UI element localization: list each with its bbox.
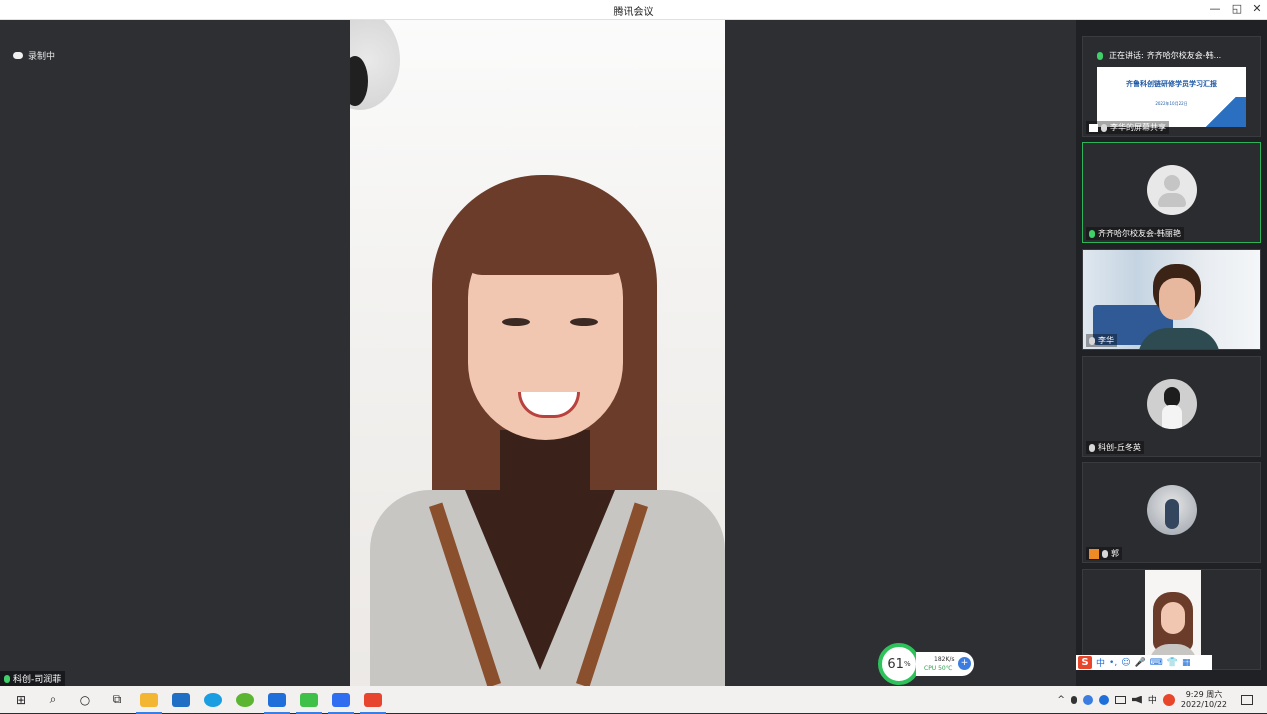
tile-label: 李华: [1086, 334, 1117, 347]
file-explorer-icon[interactable]: [136, 691, 162, 714]
tray-chevron-icon[interactable]: ^: [1057, 695, 1065, 705]
mic-icon: [1097, 51, 1103, 60]
mic-icon: [1101, 123, 1107, 132]
user-badge-icon: [1089, 548, 1099, 559]
network-stats: 182K/s CPU 50℃ +: [916, 652, 974, 676]
mail-icon[interactable]: [170, 691, 192, 709]
main-speaker-name: 科创-司润菲: [13, 675, 62, 685]
neck-shape: [500, 430, 590, 510]
main-video[interactable]: [350, 20, 725, 686]
recording-indicator[interactable]: 录制中: [13, 49, 55, 62]
screen-share-icon: [1089, 123, 1098, 132]
network-monitor-widget[interactable]: 61% 182K/s CPU 50℃ +: [878, 643, 974, 685]
start-button[interactable]: ⊞: [10, 691, 32, 709]
recording-label: 录制中: [28, 52, 56, 62]
tile-name: 郭: [1111, 549, 1119, 558]
cpu-percent: 61: [887, 656, 904, 672]
search-icon[interactable]: ⌕: [42, 691, 64, 709]
ime-tray-mode[interactable]: 中: [1148, 693, 1157, 706]
ime-emoji-icon[interactable]: ☺: [1121, 658, 1130, 668]
tile-name: 李华: [1098, 336, 1114, 345]
network-icon[interactable]: [1098, 694, 1109, 705]
face-shape: [1161, 602, 1185, 634]
sogou-logo-icon[interactable]: S: [1078, 656, 1092, 669]
clock-date: 2022/10/22: [1180, 699, 1227, 709]
tile-participant[interactable]: 郭: [1082, 462, 1261, 563]
edge-icon[interactable]: [202, 691, 224, 709]
hair-shape: [1164, 387, 1180, 407]
tray-app-icon[interactable]: [1082, 694, 1093, 705]
default-avatar-icon: [1147, 165, 1197, 215]
tile-name: 李华的屏幕共享: [1110, 123, 1166, 132]
minimize-button[interactable]: —: [1206, 2, 1224, 15]
tile-label: 李华的屏幕共享: [1086, 121, 1169, 134]
mic-muted-icon: [1102, 549, 1108, 558]
profile-photo: [1147, 379, 1197, 429]
speaking-prefix: 正在讲话:: [1109, 51, 1144, 60]
ime-toolbar: S 中 •, ☺ 🎤 ⌨ 👕 ▦: [1076, 655, 1212, 670]
mic-icon: [1089, 336, 1095, 345]
tile-label: 郭: [1086, 547, 1122, 560]
tile-participant[interactable]: 科创-丘冬英: [1082, 356, 1261, 457]
cortana-icon[interactable]: ○: [74, 691, 96, 709]
face-shape: [1159, 278, 1195, 320]
figure-shape: [1165, 499, 1179, 529]
ime-skin-icon[interactable]: 👕: [1167, 658, 1178, 668]
wps-icon[interactable]: [360, 691, 386, 714]
eye-left-shape: [502, 318, 530, 326]
ime-voice-icon[interactable]: 🎤: [1135, 658, 1146, 668]
mic-tray-icon[interactable]: [1070, 695, 1077, 704]
tile-participant[interactable]: 齐齐哈尔校友会-韩丽艳: [1082, 142, 1261, 243]
slide-title: 齐鲁科创链研修学员学习汇报: [1126, 80, 1217, 88]
ime-mode-toggle[interactable]: 中: [1096, 656, 1105, 669]
display-icon[interactable]: [1114, 695, 1126, 704]
mic-icon: [4, 674, 10, 683]
window-title: 腾讯会议: [613, 7, 654, 18]
participant-sidebar: 正在讲话: 齐齐哈尔校友会-韩... 齐鲁科创链研修学员学习汇报 2022年10…: [1076, 20, 1267, 686]
tile-screen-share[interactable]: 正在讲话: 齐齐哈尔校友会-韩... 齐鲁科创链研修学员学习汇报 2022年10…: [1082, 36, 1261, 137]
browser-icon[interactable]: [234, 691, 256, 709]
tile-label: 齐齐哈尔校友会-韩丽艳: [1086, 227, 1184, 240]
shirt-shape: [1162, 405, 1182, 429]
shared-slide: 齐鲁科创链研修学员学习汇报 2022年10月22日: [1097, 67, 1246, 127]
cloud-icon: [13, 52, 23, 59]
slide-wave-shape: [1196, 97, 1246, 127]
task-view-icon[interactable]: ⧉: [106, 691, 128, 709]
windows-taskbar: ⊞ ⌕ ○ ⧉ ^ 中 9:29 周六 2022/10/22: [0, 686, 1267, 714]
notification-icon[interactable]: [1241, 694, 1253, 705]
percent-sign: %: [903, 660, 911, 668]
ime-keyboard-icon[interactable]: ⌨: [1150, 658, 1163, 668]
volume-icon[interactable]: [1131, 695, 1142, 704]
mic-icon: [1089, 229, 1095, 238]
system-tray: ^ 中 9:29 周六 2022/10/22: [1057, 686, 1267, 713]
profile-photo: [1147, 485, 1197, 535]
cpu-usage-gauge: 61%: [878, 643, 920, 685]
tile-name: 齐齐哈尔校友会-韩丽艳: [1098, 229, 1181, 238]
ime-punctuation-icon[interactable]: •,: [1109, 658, 1117, 668]
eye-right-shape: [570, 318, 598, 326]
speaking-name: 齐齐哈尔校友会-韩...: [1146, 51, 1222, 60]
title-bar: 腾讯会议 — ◱ ✕: [0, 0, 1267, 20]
boost-button[interactable]: +: [958, 657, 971, 670]
bangs-shape: [460, 195, 630, 275]
sogou-tray-icon[interactable]: [1162, 693, 1175, 706]
tile-label: 科创-丘冬英: [1086, 441, 1144, 454]
ime-toolbox-icon[interactable]: ▦: [1182, 658, 1191, 668]
tile-name: 科创-丘冬英: [1098, 443, 1141, 452]
mic-muted-icon: [1089, 443, 1095, 452]
wechat-icon[interactable]: [296, 691, 322, 714]
close-button[interactable]: ✕: [1248, 2, 1266, 15]
restore-button[interactable]: ◱: [1228, 2, 1246, 15]
clock[interactable]: 9:29 周六 2022/10/22: [1181, 690, 1227, 710]
clock-time: 9:29 周六: [1185, 689, 1223, 699]
app-icon[interactable]: [264, 691, 290, 714]
tile-participant-video[interactable]: 李华: [1082, 249, 1261, 350]
speaking-indicator: 正在讲话: 齐齐哈尔校友会-韩...: [1097, 50, 1221, 61]
main-speaker-label: 科创-司润菲: [0, 671, 66, 686]
tencent-meeting-icon[interactable]: [328, 691, 354, 714]
